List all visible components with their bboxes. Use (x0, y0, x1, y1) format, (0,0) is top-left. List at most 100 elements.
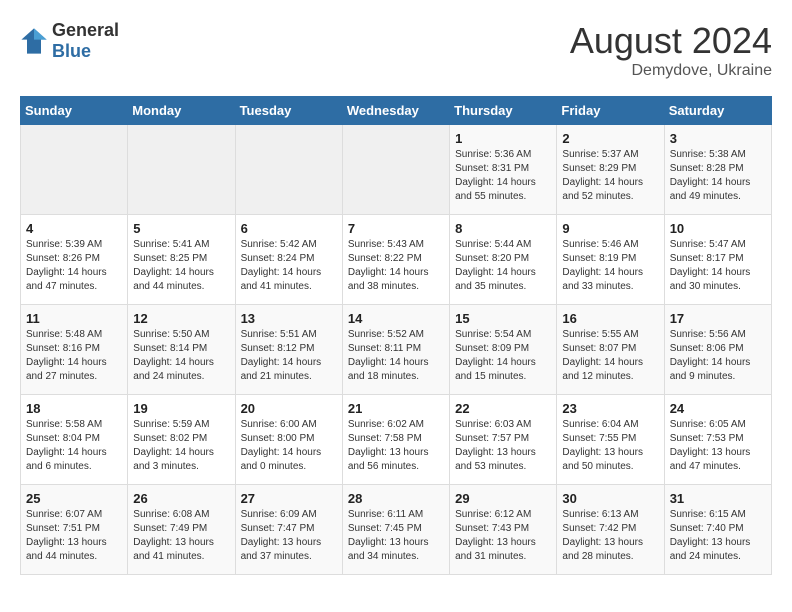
day-number: 10 (670, 221, 766, 236)
cell-info: Sunrise: 6:04 AM Sunset: 7:55 PM Dayligh… (562, 418, 658, 474)
day-number: 8 (455, 221, 551, 236)
daylight-text: Daylight: 14 hours and 0 minutes. (241, 447, 322, 472)
cell-info: Sunrise: 5:36 AM Sunset: 8:31 PM Dayligh… (455, 148, 551, 204)
cell-info: Sunrise: 5:59 AM Sunset: 8:02 PM Dayligh… (133, 418, 229, 474)
day-number: 21 (348, 401, 444, 416)
sunset-text: Sunset: 7:49 PM (133, 523, 207, 534)
sunrise-text: Sunrise: 6:09 AM (241, 509, 317, 520)
daylight-text: Daylight: 14 hours and 49 minutes. (670, 177, 751, 202)
day-number: 26 (133, 491, 229, 506)
calendar-cell: 3 Sunrise: 5:38 AM Sunset: 8:28 PM Dayli… (664, 125, 771, 215)
sunset-text: Sunset: 7:57 PM (455, 433, 529, 444)
sunrise-text: Sunrise: 6:04 AM (562, 419, 638, 430)
sunrise-text: Sunrise: 6:12 AM (455, 509, 531, 520)
day-number: 25 (26, 491, 122, 506)
daylight-text: Daylight: 13 hours and 24 minutes. (670, 537, 751, 562)
sunrise-text: Sunrise: 5:50 AM (133, 329, 209, 340)
daylight-text: Daylight: 13 hours and 53 minutes. (455, 447, 536, 472)
cell-info: Sunrise: 5:37 AM Sunset: 8:29 PM Dayligh… (562, 148, 658, 204)
logo-general: General (52, 20, 119, 40)
sunset-text: Sunset: 8:20 PM (455, 253, 529, 264)
daylight-text: Daylight: 14 hours and 47 minutes. (26, 267, 107, 292)
calendar-cell: 12 Sunrise: 5:50 AM Sunset: 8:14 PM Dayl… (128, 305, 235, 395)
daylight-text: Daylight: 14 hours and 44 minutes. (133, 267, 214, 292)
calendar-cell: 14 Sunrise: 5:52 AM Sunset: 8:11 PM Dayl… (342, 305, 449, 395)
sunrise-text: Sunrise: 6:15 AM (670, 509, 746, 520)
daylight-text: Daylight: 14 hours and 3 minutes. (133, 447, 214, 472)
calendar-cell: 23 Sunrise: 6:04 AM Sunset: 7:55 PM Dayl… (557, 395, 664, 485)
sunrise-text: Sunrise: 5:38 AM (670, 149, 746, 160)
day-number: 31 (670, 491, 766, 506)
sunset-text: Sunset: 8:29 PM (562, 163, 636, 174)
daylight-text: Daylight: 13 hours and 28 minutes. (562, 537, 643, 562)
day-number: 11 (26, 311, 122, 326)
cell-info: Sunrise: 6:05 AM Sunset: 7:53 PM Dayligh… (670, 418, 766, 474)
daylight-text: Daylight: 14 hours and 21 minutes. (241, 357, 322, 382)
calendar-cell: 31 Sunrise: 6:15 AM Sunset: 7:40 PM Dayl… (664, 485, 771, 575)
sunset-text: Sunset: 7:40 PM (670, 523, 744, 534)
day-number: 19 (133, 401, 229, 416)
sunrise-text: Sunrise: 5:36 AM (455, 149, 531, 160)
logo-icon (20, 27, 48, 55)
logo-blue: Blue (52, 41, 91, 61)
sunrise-text: Sunrise: 6:02 AM (348, 419, 424, 430)
sunrise-text: Sunrise: 6:07 AM (26, 509, 102, 520)
calendar-cell: 28 Sunrise: 6:11 AM Sunset: 7:45 PM Dayl… (342, 485, 449, 575)
calendar-cell: 9 Sunrise: 5:46 AM Sunset: 8:19 PM Dayli… (557, 215, 664, 305)
day-number: 4 (26, 221, 122, 236)
day-number: 15 (455, 311, 551, 326)
sunrise-text: Sunrise: 6:11 AM (348, 509, 423, 520)
sunset-text: Sunset: 8:07 PM (562, 343, 636, 354)
calendar-cell (21, 125, 128, 215)
day-number: 22 (455, 401, 551, 416)
cell-info: Sunrise: 5:56 AM Sunset: 8:06 PM Dayligh… (670, 328, 766, 384)
sunrise-text: Sunrise: 5:43 AM (348, 239, 424, 250)
calendar-cell: 10 Sunrise: 5:47 AM Sunset: 8:17 PM Dayl… (664, 215, 771, 305)
day-number: 27 (241, 491, 337, 506)
daylight-text: Daylight: 14 hours and 15 minutes. (455, 357, 536, 382)
header-thursday: Thursday (450, 97, 557, 125)
sunset-text: Sunset: 8:02 PM (133, 433, 207, 444)
cell-info: Sunrise: 5:42 AM Sunset: 8:24 PM Dayligh… (241, 238, 337, 294)
calendar-cell: 6 Sunrise: 5:42 AM Sunset: 8:24 PM Dayli… (235, 215, 342, 305)
day-number: 1 (455, 131, 551, 146)
calendar-cell: 4 Sunrise: 5:39 AM Sunset: 8:26 PM Dayli… (21, 215, 128, 305)
calendar-cell: 5 Sunrise: 5:41 AM Sunset: 8:25 PM Dayli… (128, 215, 235, 305)
sunrise-text: Sunrise: 6:05 AM (670, 419, 746, 430)
day-number: 13 (241, 311, 337, 326)
calendar-cell: 25 Sunrise: 6:07 AM Sunset: 7:51 PM Dayl… (21, 485, 128, 575)
header-monday: Monday (128, 97, 235, 125)
daylight-text: Daylight: 13 hours and 31 minutes. (455, 537, 536, 562)
daylight-text: Daylight: 14 hours and 33 minutes. (562, 267, 643, 292)
sunset-text: Sunset: 8:04 PM (26, 433, 100, 444)
daylight-text: Daylight: 14 hours and 18 minutes. (348, 357, 429, 382)
sunset-text: Sunset: 7:43 PM (455, 523, 529, 534)
sunset-text: Sunset: 8:14 PM (133, 343, 207, 354)
sunrise-text: Sunrise: 6:03 AM (455, 419, 531, 430)
sunset-text: Sunset: 7:55 PM (562, 433, 636, 444)
sunset-text: Sunset: 8:26 PM (26, 253, 100, 264)
daylight-text: Daylight: 13 hours and 34 minutes. (348, 537, 429, 562)
daylight-text: Daylight: 14 hours and 55 minutes. (455, 177, 536, 202)
daylight-text: Daylight: 14 hours and 35 minutes. (455, 267, 536, 292)
calendar-cell: 2 Sunrise: 5:37 AM Sunset: 8:29 PM Dayli… (557, 125, 664, 215)
sunset-text: Sunset: 7:47 PM (241, 523, 315, 534)
sunset-text: Sunset: 8:19 PM (562, 253, 636, 264)
header-wednesday: Wednesday (342, 97, 449, 125)
calendar-cell: 20 Sunrise: 6:00 AM Sunset: 8:00 PM Dayl… (235, 395, 342, 485)
sunset-text: Sunset: 8:16 PM (26, 343, 100, 354)
cell-info: Sunrise: 6:00 AM Sunset: 8:00 PM Dayligh… (241, 418, 337, 474)
daylight-text: Daylight: 13 hours and 50 minutes. (562, 447, 643, 472)
sunset-text: Sunset: 7:45 PM (348, 523, 422, 534)
day-number: 29 (455, 491, 551, 506)
sunrise-text: Sunrise: 5:52 AM (348, 329, 424, 340)
calendar-cell: 22 Sunrise: 6:03 AM Sunset: 7:57 PM Dayl… (450, 395, 557, 485)
sunset-text: Sunset: 8:17 PM (670, 253, 744, 264)
calendar-cell: 16 Sunrise: 5:55 AM Sunset: 8:07 PM Dayl… (557, 305, 664, 395)
sunrise-text: Sunrise: 5:59 AM (133, 419, 209, 430)
sunset-text: Sunset: 8:31 PM (455, 163, 529, 174)
cell-info: Sunrise: 6:12 AM Sunset: 7:43 PM Dayligh… (455, 508, 551, 564)
day-number: 2 (562, 131, 658, 146)
daylight-text: Daylight: 13 hours and 41 minutes. (133, 537, 214, 562)
cell-info: Sunrise: 5:39 AM Sunset: 8:26 PM Dayligh… (26, 238, 122, 294)
